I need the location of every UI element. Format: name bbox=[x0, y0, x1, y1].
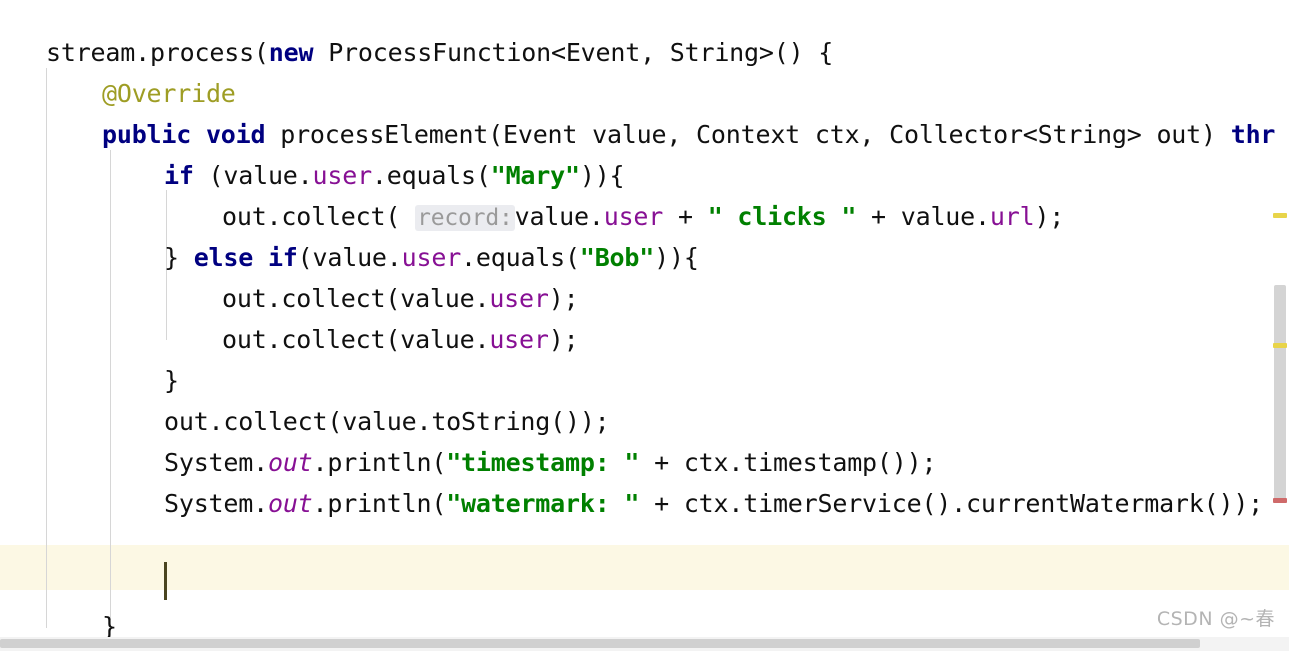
code-token: )){ bbox=[654, 243, 699, 272]
code-token: ); bbox=[548, 325, 579, 354]
code-token: stream.process( bbox=[46, 38, 269, 67]
code-token: "timestamp: " bbox=[446, 448, 640, 477]
code-token: public void bbox=[102, 120, 266, 149]
code-token: out.collect( bbox=[222, 202, 401, 231]
code-token: thr bbox=[1230, 120, 1276, 149]
code-token: user bbox=[401, 243, 462, 272]
code-token: processElement(Event value, Context ctx,… bbox=[265, 120, 1231, 149]
code-line[interactable]: System.out.println("timestamp: " + ctx.t… bbox=[164, 442, 937, 483]
code-token: user bbox=[489, 284, 549, 313]
code-token: ); bbox=[548, 284, 579, 313]
code-token: "Bob" bbox=[579, 243, 655, 272]
indent-guide-level-2 bbox=[110, 150, 111, 620]
stripe-marker-error-1[interactable] bbox=[1273, 498, 1287, 503]
code-token: )){ bbox=[579, 161, 625, 190]
code-token: System. bbox=[164, 489, 268, 518]
code-token: user bbox=[603, 202, 664, 231]
code-line[interactable]: out.collect(value.user); bbox=[222, 278, 579, 319]
code-token: .equals( bbox=[371, 161, 491, 190]
code-token: .println( bbox=[312, 448, 447, 477]
code-token: .println( bbox=[312, 489, 447, 518]
code-token: out.collect(value. bbox=[222, 284, 490, 313]
code-token: out bbox=[267, 448, 313, 477]
code-token: out.collect(value.toString()); bbox=[164, 407, 610, 436]
csdn-watermark: CSDN @~春 bbox=[1156, 608, 1275, 630]
indent-guide-level-1 bbox=[46, 68, 47, 628]
code-token: out.collect(value. bbox=[222, 325, 490, 354]
code-token: ); bbox=[1034, 202, 1065, 231]
code-token: (value. bbox=[297, 243, 402, 272]
code-token: url bbox=[989, 202, 1035, 231]
code-token: out bbox=[267, 489, 313, 518]
code-line[interactable]: out.collect(value.user); bbox=[222, 319, 579, 360]
code-token: value. bbox=[514, 202, 604, 231]
code-token: } bbox=[164, 366, 179, 395]
code-token: } bbox=[164, 243, 194, 272]
code-token: "Mary" bbox=[490, 161, 580, 190]
stripe-marker-warning-1[interactable] bbox=[1273, 213, 1287, 218]
code-editor-pane[interactable]: stream.process(new ProcessFunction<Event… bbox=[0, 0, 1289, 651]
code-token: @Override bbox=[102, 79, 236, 108]
code-line[interactable]: stream.process(new ProcessFunction<Event… bbox=[46, 32, 833, 73]
code-token: user bbox=[312, 161, 373, 190]
code-line[interactable]: } else if(value.user.equals("Bob")){ bbox=[164, 237, 699, 278]
code-token: " clicks " bbox=[707, 202, 857, 231]
inlay-parameter-hint: record: bbox=[415, 205, 515, 231]
code-line[interactable]: if (value.user.equals("Mary")){ bbox=[164, 155, 625, 196]
code-token: "watermark: " bbox=[446, 489, 640, 518]
code-token: new bbox=[268, 38, 314, 67]
text-caret bbox=[164, 562, 167, 600]
horizontal-scrollbar-thumb[interactable] bbox=[0, 639, 1200, 648]
code-line[interactable]: out.collect(value.toString()); bbox=[164, 401, 610, 442]
code-token: if bbox=[164, 161, 194, 190]
code-token: (value. bbox=[193, 161, 313, 190]
code-token: + bbox=[663, 202, 708, 231]
code-line[interactable]: System.out.println("watermark: " + ctx.t… bbox=[164, 483, 1263, 524]
code-line[interactable]: @Override bbox=[102, 73, 236, 114]
code-token: + value. bbox=[856, 202, 990, 231]
code-line[interactable]: out.collect( record:value.user + " click… bbox=[222, 196, 1064, 239]
code-token: .equals( bbox=[461, 243, 580, 272]
code-token: + ctx.timestamp()); bbox=[639, 448, 937, 477]
code-token: else if bbox=[193, 243, 298, 272]
current-line-highlight bbox=[0, 545, 1289, 590]
code-token: user bbox=[489, 325, 549, 354]
code-token: + ctx.timerService().currentWatermark())… bbox=[639, 489, 1264, 518]
code-token: ProcessFunction<Event, String>() { bbox=[313, 38, 834, 67]
stripe-marker-warning-2[interactable] bbox=[1273, 343, 1287, 348]
code-line[interactable]: } bbox=[164, 360, 179, 401]
code-line[interactable]: public void processElement(Event value, … bbox=[102, 114, 1275, 155]
error-stripe-gutter[interactable] bbox=[1271, 0, 1289, 651]
code-token: System. bbox=[164, 448, 268, 477]
